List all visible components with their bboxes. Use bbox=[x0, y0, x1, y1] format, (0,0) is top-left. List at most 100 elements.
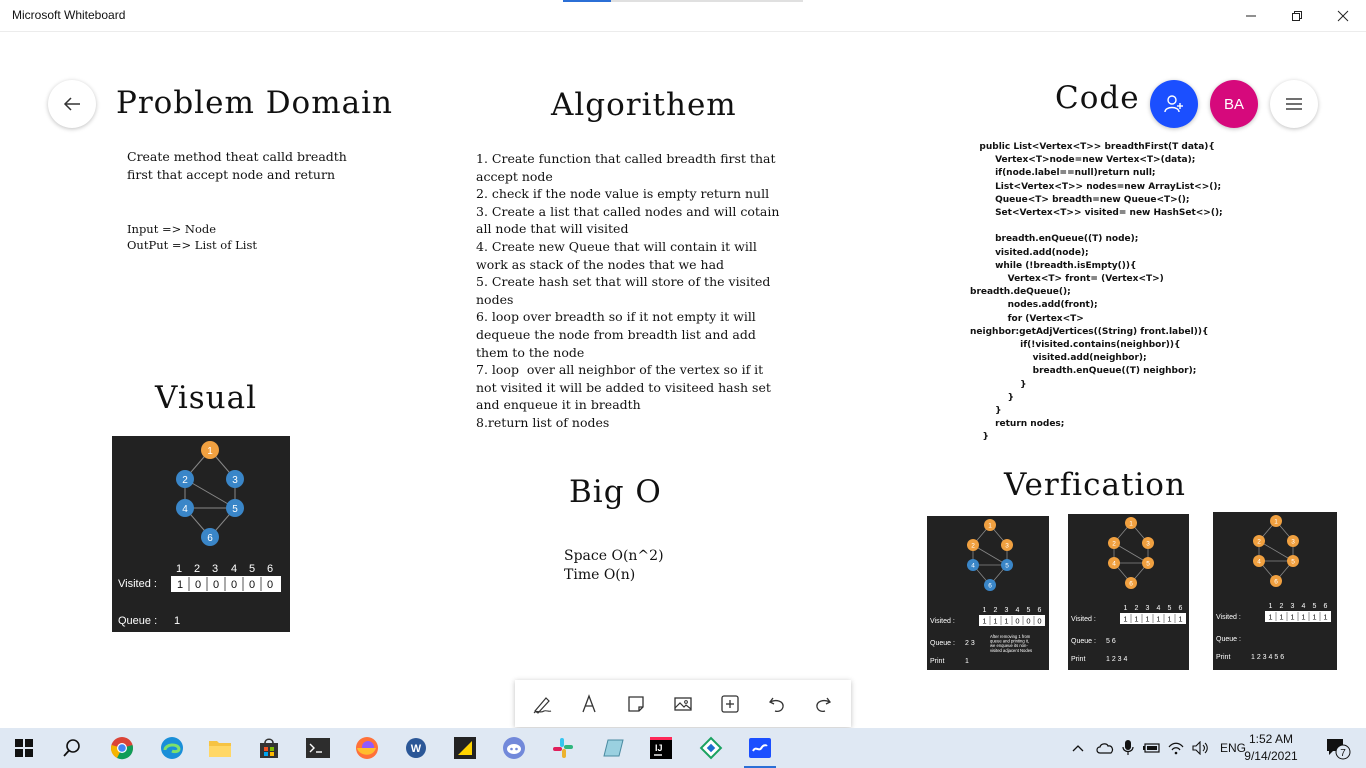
intellij-taskbar-button[interactable]: IJ bbox=[645, 732, 677, 764]
note-tool-button[interactable] bbox=[619, 687, 653, 721]
undo-button[interactable] bbox=[760, 687, 794, 721]
visual-heading: Visual bbox=[155, 380, 258, 416]
verification-print-value: 1 bbox=[965, 658, 969, 665]
verification-diagram-2: 12 34 561 2 3 4 5 6Visited :1 1 1 1 1 1Queue :5 6Pri… bbox=[1071, 517, 1186, 663]
verification-visited-value-2: 1 bbox=[993, 617, 997, 626]
diamond-app-icon bbox=[699, 736, 723, 760]
whiteboard-canvas[interactable]: Problem Domain Create method theat calld… bbox=[0, 33, 1366, 728]
queue-value: 1 bbox=[174, 615, 180, 627]
verification-visited-value-2: 1 bbox=[1279, 613, 1283, 622]
verification-visited-label: Visited : bbox=[1216, 614, 1241, 621]
verification-visited-value-6: 1 bbox=[1178, 615, 1182, 624]
onedrive-tray-button[interactable] bbox=[1096, 742, 1114, 754]
notes-app-taskbar-button[interactable] bbox=[597, 732, 629, 764]
big-o-complexity: Space O(n^2) Time O(n) bbox=[564, 548, 664, 583]
svg-text:IJ: IJ bbox=[655, 743, 663, 753]
verification-index-2: 2 bbox=[994, 607, 998, 614]
insert-tool-button[interactable] bbox=[713, 687, 747, 721]
verification-node-label-4: 4 bbox=[1112, 561, 1116, 568]
wifi-tray-button[interactable] bbox=[1168, 741, 1184, 755]
verification-index-5: 5 bbox=[1168, 605, 1172, 612]
visited-value-2: 0 bbox=[195, 579, 201, 591]
visited-value-4: 0 bbox=[231, 579, 237, 591]
verification-visited-value-5: 1 bbox=[1167, 615, 1171, 624]
pen-tool-button[interactable] bbox=[525, 687, 559, 721]
restore-button[interactable] bbox=[1274, 0, 1320, 32]
verification-queue-value: 2 3 bbox=[965, 640, 975, 647]
verification-diagram-1: 12 34 561 2 3 4 5 6Visited :1 1 1 0 0 0Queue :2 3Aft… bbox=[930, 519, 1045, 665]
battery-tray-button[interactable] bbox=[1142, 742, 1160, 754]
edge-taskbar-button[interactable] bbox=[156, 732, 188, 764]
action-center-button[interactable]: 7 bbox=[1322, 732, 1354, 764]
verification-visited-value-3: 1 bbox=[1290, 613, 1294, 622]
microphone-icon bbox=[1122, 740, 1134, 755]
chrome-taskbar-button[interactable] bbox=[106, 732, 138, 764]
microphone-tray-button[interactable] bbox=[1122, 740, 1134, 756]
sticky-notes-taskbar-button[interactable] bbox=[449, 732, 481, 764]
verification-index-1: 1 bbox=[1124, 605, 1128, 612]
taskbar-clock[interactable]: 1:52 AM 9/14/2021 bbox=[1236, 731, 1306, 765]
windows-logo-icon bbox=[15, 739, 33, 757]
verification-visited-value-3: 1 bbox=[1004, 617, 1008, 626]
start-button[interactable] bbox=[8, 732, 40, 764]
windows-taskbar: W IJ ENG 1:52 AM 9/14/2021 7 bbox=[0, 728, 1366, 768]
slack-taskbar-button[interactable] bbox=[547, 732, 579, 764]
verification-node-label-6: 6 bbox=[1274, 579, 1278, 586]
slack-icon bbox=[553, 738, 573, 758]
loading-progress-bar bbox=[563, 0, 803, 2]
terminal-taskbar-button[interactable] bbox=[302, 732, 334, 764]
verification-node-label-5: 5 bbox=[1005, 563, 1009, 570]
file-explorer-taskbar-button[interactable] bbox=[204, 732, 236, 764]
verification-queue-label: Queue : bbox=[1216, 636, 1241, 643]
back-button[interactable] bbox=[48, 80, 96, 128]
verification-print-label: Print bbox=[1071, 656, 1085, 663]
verification-node-label-3: 3 bbox=[1291, 539, 1295, 546]
graph-node-1-label: 1 bbox=[207, 446, 213, 457]
verification-node-label-6: 6 bbox=[1129, 581, 1133, 588]
minimize-button[interactable] bbox=[1228, 0, 1274, 32]
verification-index-1: 1 bbox=[1269, 603, 1273, 610]
verification-note-line: visited adjacent Nodes bbox=[990, 648, 1032, 653]
visited-value-3: 0 bbox=[213, 579, 219, 591]
graph-node-6-label: 6 bbox=[207, 533, 213, 544]
wifi-icon bbox=[1168, 742, 1184, 755]
verification-node-label-5: 5 bbox=[1146, 561, 1150, 568]
store-taskbar-button[interactable] bbox=[253, 732, 285, 764]
firefox-icon bbox=[356, 737, 378, 759]
verification-node-label-1: 1 bbox=[1129, 521, 1133, 528]
verification-print-label: Print bbox=[1216, 654, 1230, 661]
microsoft-whiteboard-taskbar-button[interactable] bbox=[744, 732, 776, 768]
volume-tray-button[interactable] bbox=[1192, 741, 1210, 755]
firefox-taskbar-button[interactable] bbox=[351, 732, 383, 764]
verification-print-value: 1 2 3 4 bbox=[1106, 656, 1128, 663]
notification-icon: 7 bbox=[1327, 739, 1351, 760]
visited-index-5: 5 bbox=[249, 563, 255, 575]
verification-index-4: 4 bbox=[1302, 603, 1306, 610]
algorithm-steps: 1. Create function that called breadth f… bbox=[476, 151, 780, 430]
close-icon bbox=[1337, 10, 1349, 22]
user-avatar-button[interactable]: BA bbox=[1210, 80, 1258, 128]
verification-node-label-4: 4 bbox=[1257, 559, 1261, 566]
verification-index-4: 4 bbox=[1016, 607, 1020, 614]
verification-visited-value-4: 1 bbox=[1301, 613, 1305, 622]
verification-node-label-3: 3 bbox=[1005, 543, 1009, 550]
verification-panel-2: 1 2 3 4 5 6 1 2 3 4 5 6 Visited :1 1 1 1 1 1 Queue :5 6 Pri… bbox=[1068, 514, 1189, 670]
menu-button[interactable] bbox=[1270, 80, 1318, 128]
whiteboard-app-taskbar-button[interactable]: W bbox=[400, 732, 432, 764]
visited-index-1: 1 bbox=[176, 563, 182, 575]
invite-button[interactable] bbox=[1150, 80, 1198, 128]
pen-icon bbox=[533, 696, 552, 714]
close-button[interactable] bbox=[1320, 0, 1366, 32]
redo-button[interactable] bbox=[806, 687, 840, 721]
problem-description: Create method theat calld breadth first … bbox=[127, 149, 347, 182]
text-tool-button[interactable] bbox=[572, 687, 606, 721]
verification-index-6: 6 bbox=[1179, 605, 1183, 612]
vpn-taskbar-button[interactable] bbox=[695, 732, 727, 764]
chrome-icon bbox=[111, 737, 133, 760]
image-tool-button[interactable] bbox=[666, 687, 700, 721]
visual-graph-panel: 1 2 3 4 5 6 1 2 3 4 5 6 Visited : 1 0 0 … bbox=[112, 436, 290, 632]
search-button[interactable] bbox=[56, 732, 88, 764]
show-hidden-icons-button[interactable] bbox=[1072, 743, 1084, 753]
discord-taskbar-button[interactable] bbox=[498, 732, 530, 764]
verification-index-3: 3 bbox=[1146, 605, 1150, 612]
